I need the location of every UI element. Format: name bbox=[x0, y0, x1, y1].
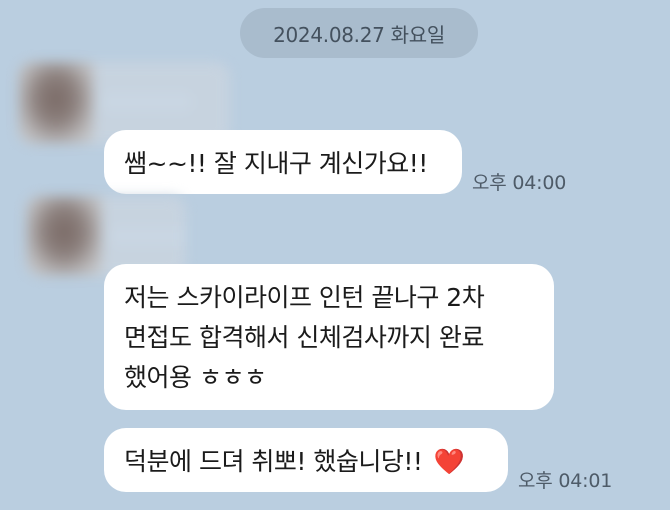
date-divider: 2024.08.27 화요일 bbox=[240, 8, 478, 58]
message-text-line: 저는 스카이라이프 인턴 끝나구 2차 bbox=[124, 283, 485, 312]
date-divider-text: 2024.08.27 화요일 bbox=[273, 22, 445, 47]
profile-photo bbox=[26, 196, 102, 276]
sender-name-blurred bbox=[102, 92, 192, 112]
message-time: 오후 04:00 bbox=[472, 172, 567, 194]
heart-emoji-icon: ❤️ bbox=[433, 447, 465, 476]
message-time: 오후 04:01 bbox=[518, 470, 613, 492]
message-text: 덕분에 드뎌 취뽀! 했숩니당!! bbox=[124, 447, 423, 476]
message-bubble[interactable]: 쌤~~!! 잘 지내구 계신가요!! bbox=[104, 130, 462, 194]
message-text-line: 했어용 ㅎㅎㅎ bbox=[124, 363, 267, 392]
profile-photo bbox=[18, 62, 94, 144]
message-text: 쌤~~!! 잘 지내구 계신가요!! bbox=[124, 149, 428, 178]
sender-name-blurred bbox=[110, 226, 186, 246]
message-text-line: 면접도 합격해서 신체검사까지 완료 bbox=[124, 323, 484, 352]
message-bubble[interactable]: 저는 스카이라이프 인턴 끝나구 2차 면접도 합격해서 신체검사까지 완료 했… bbox=[104, 264, 554, 410]
message-bubble[interactable]: 덕분에 드뎌 취뽀! 했숩니당!! ❤️ bbox=[104, 428, 508, 492]
